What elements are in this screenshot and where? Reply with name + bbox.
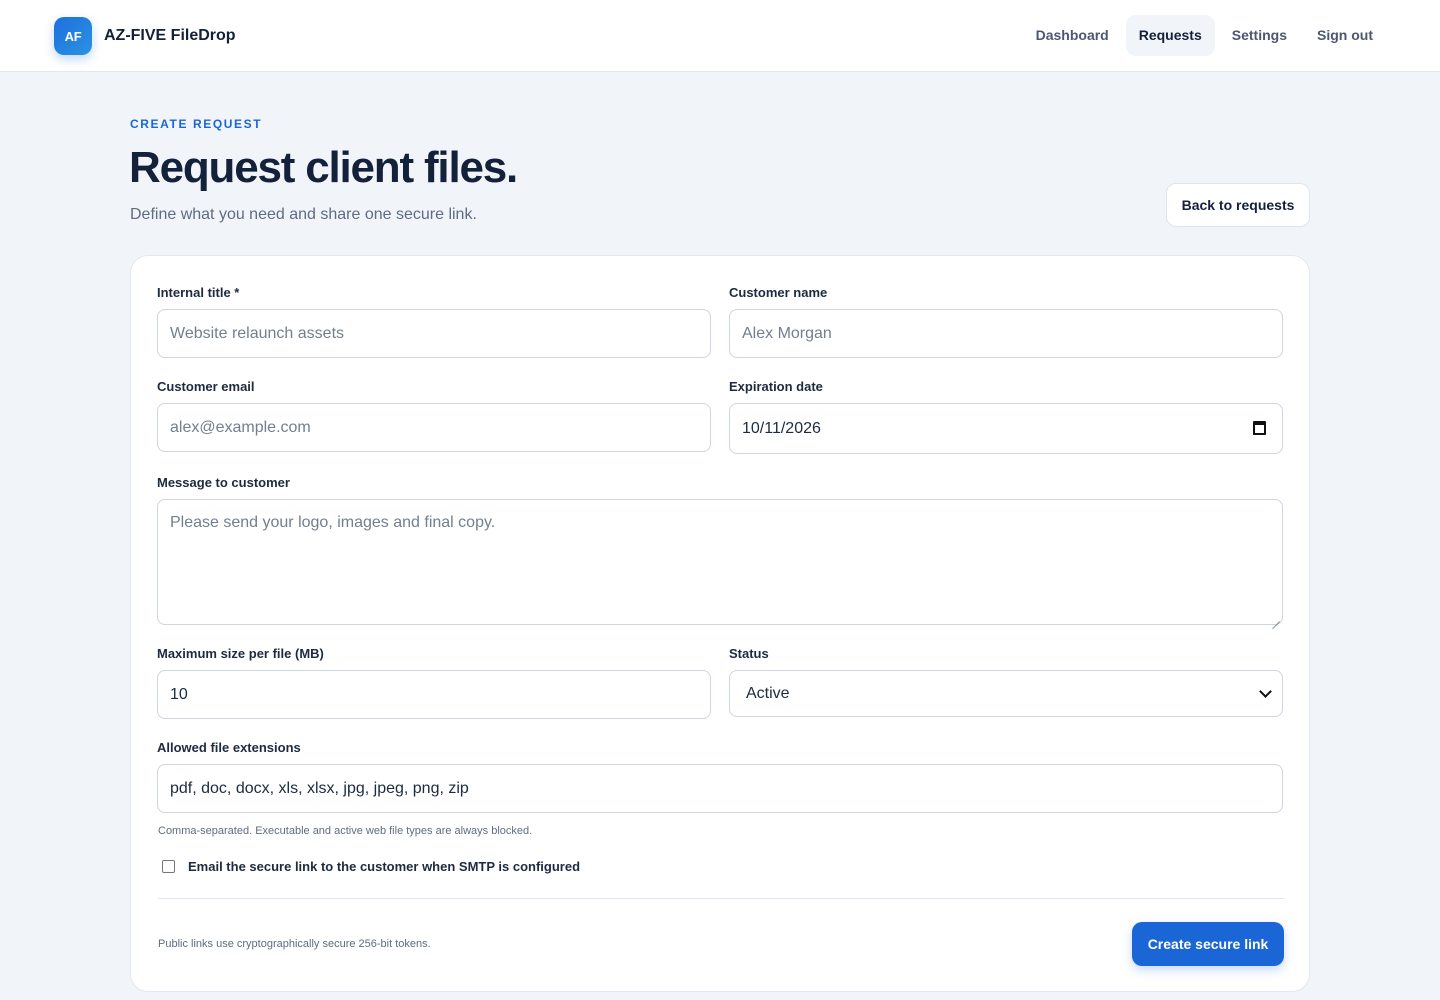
customer-name-label: Customer name: [729, 285, 828, 300]
calendar-icon[interactable]: [1253, 421, 1266, 435]
extensions-input[interactable]: pdf, doc, docx, xls, xlsx, jpg, jpeg, pn…: [157, 764, 1283, 813]
back-to-requests-button[interactable]: Back to requests: [1166, 183, 1310, 227]
brand[interactable]: AF AZ-FIVE FileDrop: [54, 17, 236, 55]
email-link-option[interactable]: Email the secure link to the customer wh…: [162, 859, 580, 874]
customer-name-input[interactable]: Alex Morgan: [729, 309, 1283, 358]
nav-settings[interactable]: Settings: [1219, 15, 1300, 56]
create-secure-link-button[interactable]: Create secure link: [1132, 922, 1284, 966]
message-label: Message to customer: [157, 475, 290, 490]
message-placeholder: Please send your logo, images and final …: [170, 514, 496, 531]
chevron-down-icon: [1259, 685, 1272, 698]
nav-dashboard[interactable]: Dashboard: [1023, 15, 1122, 56]
nav-sign-out[interactable]: Sign out: [1304, 15, 1386, 56]
extensions-hint: Comma-separated. Executable and active w…: [158, 825, 533, 837]
max-size-label: Maximum size per file (MB): [157, 646, 324, 661]
expiration-date-input[interactable]: 10/11/2026: [729, 403, 1283, 454]
page-title: Request client files.: [129, 143, 518, 192]
nav-requests[interactable]: Requests: [1125, 15, 1215, 56]
email-link-checkbox[interactable]: [162, 860, 175, 873]
brand-name: AZ-FIVE FileDrop: [104, 27, 236, 44]
customer-email-label: Customer email: [157, 379, 255, 394]
form-divider: [158, 898, 1284, 899]
message-textarea[interactable]: Please send your logo, images and final …: [157, 499, 1283, 625]
expiration-date-label: Expiration date: [729, 379, 823, 394]
resize-grip-icon[interactable]: [1270, 612, 1280, 622]
email-link-checkbox-label[interactable]: Email the secure link to the customer wh…: [188, 859, 580, 874]
extensions-label: Allowed file extensions: [157, 740, 301, 755]
status-label: Status: [729, 646, 769, 661]
internal-title-label: Internal title *: [157, 285, 240, 300]
security-note: Public links use cryptographically secur…: [158, 938, 431, 950]
page-eyebrow: CREATE REQUEST: [130, 117, 263, 131]
brand-logo: AF: [54, 17, 92, 55]
customer-email-input[interactable]: alex@example.com: [157, 403, 711, 452]
internal-title-input[interactable]: Website relaunch assets: [157, 309, 711, 358]
status-select[interactable]: Active: [729, 670, 1283, 717]
top-bar: AF AZ-FIVE FileDrop Dashboard Requests S…: [0, 0, 1440, 72]
main-nav: Dashboard Requests Settings Sign out: [1019, 15, 1386, 56]
status-value: Active: [746, 684, 790, 702]
page-subtitle: Define what you need and share one secur…: [130, 206, 477, 223]
expiration-date-value: 10/11/2026: [742, 419, 821, 437]
request-form-card: Internal title * Website relaunch assets…: [130, 255, 1310, 992]
max-size-input[interactable]: 10: [157, 670, 711, 719]
